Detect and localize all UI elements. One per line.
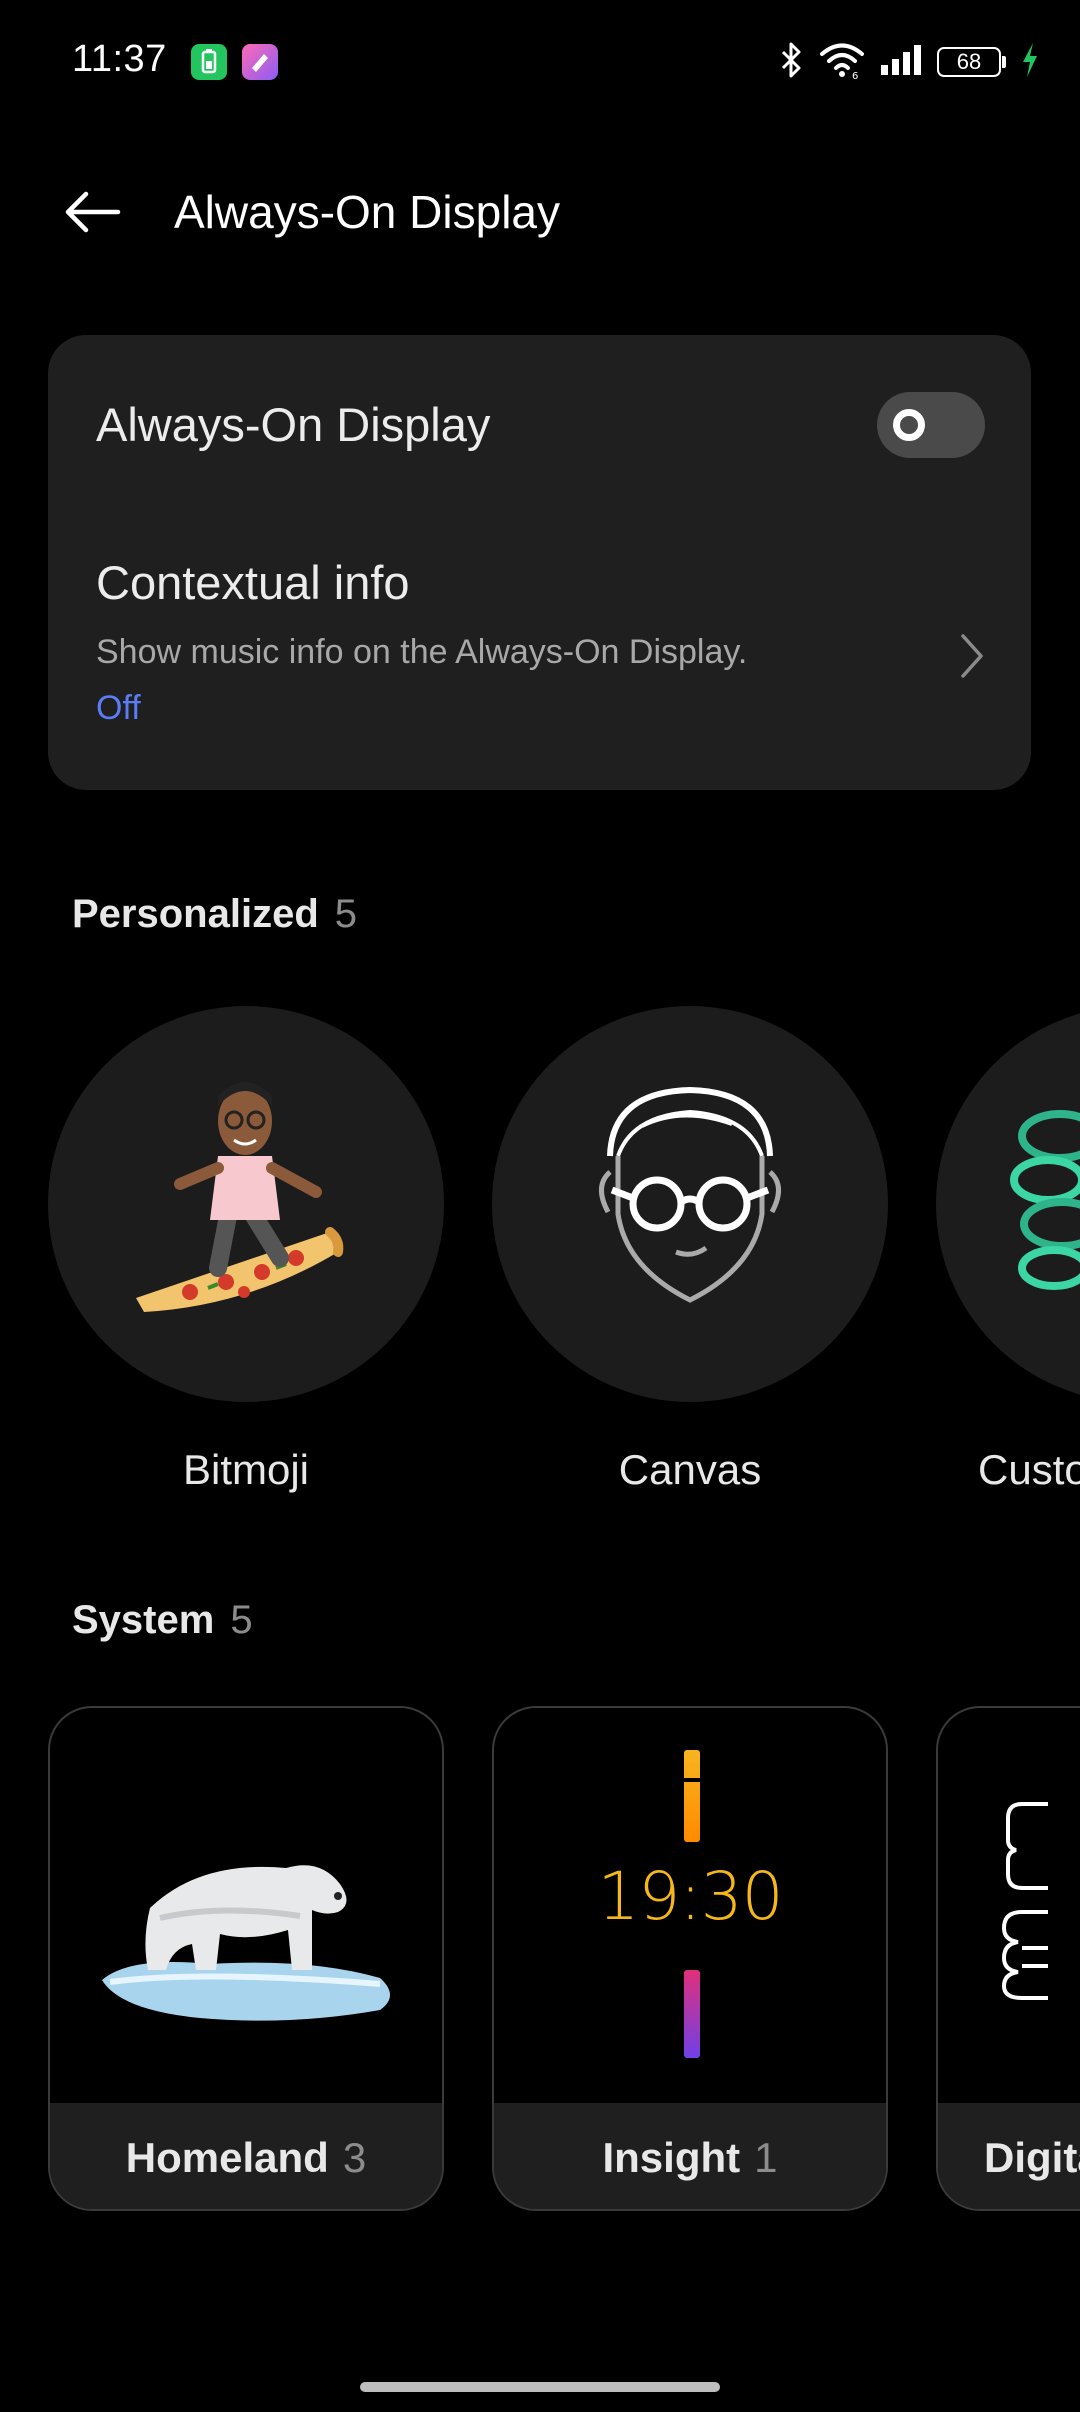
insight-footer: Insight 1 (494, 2103, 886, 2209)
custom-label: Custo (978, 1446, 1080, 1493)
always-on-display-toggle[interactable] (877, 392, 985, 458)
signal-icon (879, 43, 923, 82)
personalized-count: 5 (334, 892, 358, 936)
settings-card: Always-On Display Contextual info Show m… (48, 335, 1031, 790)
homeland-label: Homeland (125, 2134, 329, 2181)
digital-footer: Digita (938, 2103, 1080, 2209)
insight-top-bar (684, 1750, 700, 1842)
always-on-display-label: Always-On Display (96, 398, 491, 451)
polar-bear-image (102, 1865, 390, 2021)
bitmoji-preview (48, 1006, 444, 1402)
battery-level: 68 (937, 47, 1001, 77)
system-item-digital[interactable]: Digita (936, 1706, 1080, 2211)
status-icons: 6 68 (779, 40, 1040, 84)
custom-flower-icon (1010, 1110, 1080, 1290)
digital-label: Digita (984, 2134, 1080, 2181)
contextual-info-row[interactable]: Contextual info Show music info on the A… (48, 535, 1031, 790)
insight-count: 1 (754, 2134, 778, 2181)
bitmoji-label: Bitmoji (182, 1446, 310, 1493)
back-button[interactable] (62, 180, 132, 244)
digital-preview (938, 1708, 1080, 2103)
face-outline-icon (599, 1086, 781, 1303)
insight-label: Insight (602, 2134, 741, 2181)
homeland-count: 3 (342, 2134, 367, 2181)
insight-preview-time: 19:30 (597, 1858, 783, 1935)
contextual-info-status: Off (96, 689, 141, 727)
canvas-preview (492, 1006, 888, 1402)
status-bar: 11:37 6 68 (0, 0, 1080, 124)
system-title: System (72, 1598, 215, 1642)
personalized-section-header: Personalized 5 (72, 892, 357, 937)
contextual-info-title: Contextual info (96, 556, 410, 609)
bluetooth-icon (779, 40, 805, 85)
toggle-knob (893, 409, 925, 441)
arrow-left-icon (65, 191, 121, 233)
battery-saver-icon (191, 44, 227, 80)
personalized-item-bitmoji[interactable]: Bitmoji (48, 1006, 444, 1494)
personalized-item-custom[interactable]: Custo (936, 1006, 1080, 1494)
battery-icon: 68 (937, 47, 1006, 77)
app-notification-icon (242, 44, 278, 80)
personalized-item-canvas[interactable]: Canvas (492, 1006, 888, 1494)
system-section-header: System 5 (72, 1598, 253, 1643)
insight-bottom-bar (684, 1970, 700, 2058)
canvas-label: Canvas (618, 1446, 762, 1493)
homeland-preview (50, 1708, 442, 2103)
aod-settings-screen: 11:37 6 68 Always-On Display Always-On D… (0, 0, 1080, 2412)
insight-preview: 19:30 (494, 1708, 886, 2103)
system-count: 5 (230, 1598, 253, 1642)
page-title: Always-On Display (174, 186, 560, 238)
homeland-footer: Homeland 3 (50, 2103, 442, 2209)
bitmoji-surfer-image (136, 1082, 344, 1312)
system-item-insight[interactable]: 19:30 Insight 1 (492, 1706, 888, 2211)
chevron-right-icon (961, 634, 983, 678)
home-indicator[interactable] (360, 2382, 720, 2392)
charging-icon (1020, 41, 1040, 84)
custom-preview (936, 1006, 1080, 1402)
wifi-icon: 6 (819, 41, 865, 84)
personalized-title: Personalized (72, 892, 319, 936)
digital-outline-icon (1001, 1802, 1048, 2000)
system-item-homeland[interactable]: Homeland 3 (48, 1706, 444, 2211)
contextual-info-description: Show music info on the Always-On Display… (96, 633, 748, 671)
svg-text:6: 6 (852, 71, 858, 79)
always-on-display-row[interactable]: Always-On Display (48, 335, 1031, 515)
status-time: 11:37 (72, 38, 167, 80)
